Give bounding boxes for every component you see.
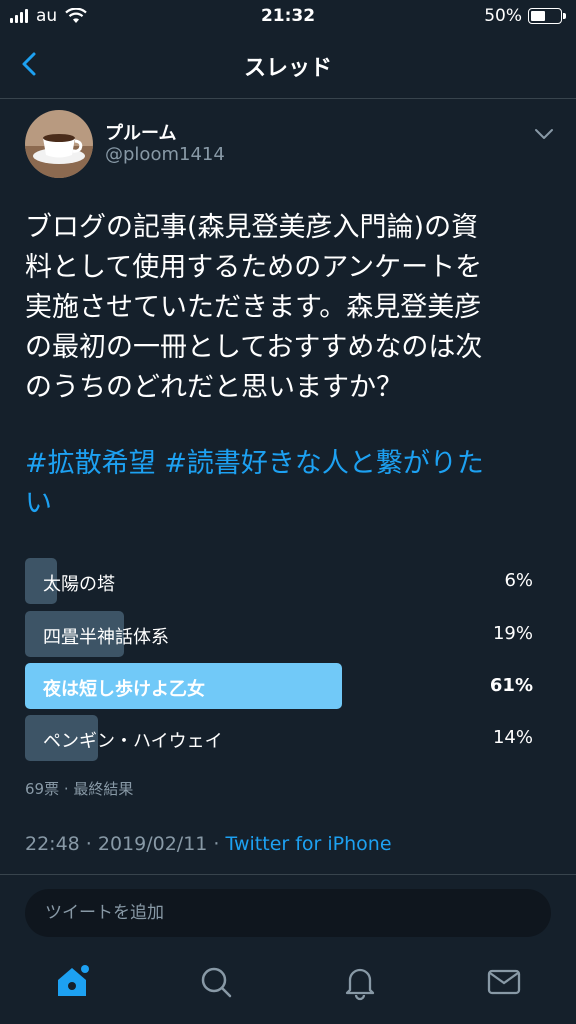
status-bar: au 21:32 50% bbox=[0, 0, 576, 34]
battery-icon bbox=[528, 8, 566, 24]
poll-option: 四畳半神話体系 19% bbox=[25, 611, 545, 657]
poll-option: ペンギン・ハイウェイ 14% bbox=[25, 715, 545, 761]
poll-option-percent: 61% bbox=[489, 675, 533, 696]
tweet-text-line: のうちのどれだと思いますか？ bbox=[25, 372, 403, 403]
tab-bar bbox=[0, 948, 576, 1024]
tweet-text-line: 料として使用するためのアンケートを bbox=[25, 252, 483, 283]
poll-option-percent: 19% bbox=[492, 623, 533, 644]
chevron-down-icon[interactable] bbox=[532, 122, 556, 146]
nav-bar: スレッド bbox=[0, 34, 576, 99]
reply-input[interactable]: ツイートを追加 bbox=[25, 889, 551, 937]
poll-option-percent: 14% bbox=[492, 727, 533, 748]
avatar[interactable] bbox=[25, 110, 93, 178]
tweet-text-line: 実施させていただきます。森見登美彦 bbox=[25, 292, 482, 323]
poll-option-label: 夜は短し歩けよ乙女 bbox=[43, 679, 205, 700]
hashtag-link[interactable]: #読書好きな人と繋がりた bbox=[164, 448, 484, 479]
poll-option-label: ペンギン・ハイウェイ bbox=[43, 731, 223, 752]
poll-meta: 69票 · 最終結果 bbox=[25, 780, 134, 798]
poll-option-percent: 6% bbox=[504, 570, 533, 591]
tweet-timestamp: 22:48 · 2019/02/11 · bbox=[25, 833, 226, 855]
tweet-text-line: ブログの記事(森見登美彦入門論)の資 bbox=[25, 212, 479, 243]
tweet-client-link[interactable]: Twitter for iPhone bbox=[226, 833, 392, 855]
poll-option-label: 太陽の塔 bbox=[43, 574, 115, 595]
poll-option: 太陽の塔 6% bbox=[25, 558, 545, 604]
search-icon[interactable] bbox=[196, 962, 236, 1002]
author-name[interactable]: プルーム bbox=[105, 119, 176, 145]
tweet-text: ブログの記事(森見登美彦入門論)の資 料として使用するためのアンケートを 実施さ… bbox=[25, 208, 555, 408]
notifications-icon[interactable] bbox=[340, 962, 380, 1002]
hashtags: #拡散希望 #読書好きな人と繋がりた い bbox=[25, 444, 555, 524]
poll-option: 夜は短し歩けよ乙女 61% bbox=[25, 663, 545, 709]
status-right: 50% bbox=[484, 6, 566, 26]
hashtag-link[interactable]: #拡散希望 bbox=[25, 448, 156, 479]
page-title: スレッド bbox=[243, 56, 332, 81]
poll-option-label: 四畳半神話体系 bbox=[43, 627, 169, 648]
author-handle[interactable]: @ploom1414 bbox=[105, 144, 225, 165]
hashtag-link-continued[interactable]: い bbox=[25, 488, 52, 519]
battery-percent: 50% bbox=[484, 6, 522, 26]
tweet-text-line: の最初の一冊としておすすめなのは次 bbox=[25, 332, 483, 363]
reply-area: ツイートを追加 bbox=[0, 874, 576, 949]
tweet-meta: 22:48 · 2019/02/11 · Twitter for iPhone bbox=[25, 833, 392, 855]
coffee-cup-icon bbox=[25, 110, 93, 178]
home-icon[interactable] bbox=[52, 962, 92, 1002]
messages-icon[interactable] bbox=[484, 962, 524, 1002]
